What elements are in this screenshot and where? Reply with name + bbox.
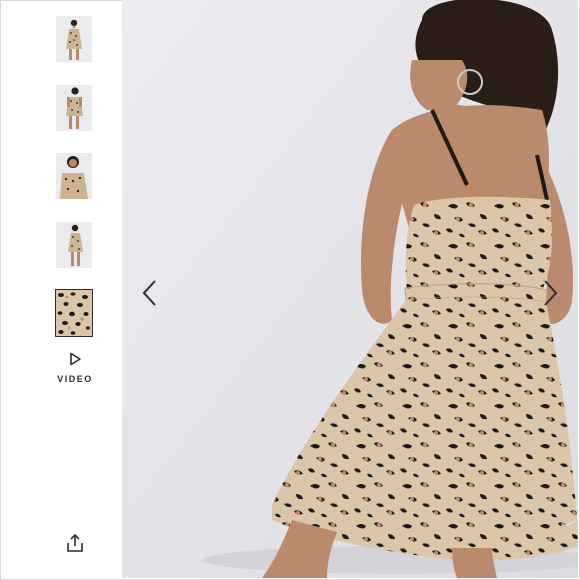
video-button[interactable]: VIDEO: [56, 352, 94, 384]
thumbnail-print-detail[interactable]: [55, 289, 93, 337]
thumbnail-side-view[interactable]: [56, 222, 92, 268]
thumbnail-close-up-view[interactable]: [56, 153, 92, 199]
next-image-button[interactable]: [538, 278, 562, 308]
thumbnail-front-view[interactable]: [56, 16, 92, 62]
model-photo: [122, 0, 578, 578]
chevron-right-icon: [544, 280, 558, 306]
video-label: VIDEO: [57, 374, 93, 384]
play-icon: [70, 352, 81, 366]
main-product-image[interactable]: [122, 0, 578, 578]
thumbnail-back-view[interactable]: [56, 85, 92, 131]
share-icon: [67, 534, 83, 552]
share-button[interactable]: [64, 532, 86, 554]
previous-image-button[interactable]: [138, 278, 162, 308]
chevron-left-icon: [142, 280, 156, 306]
